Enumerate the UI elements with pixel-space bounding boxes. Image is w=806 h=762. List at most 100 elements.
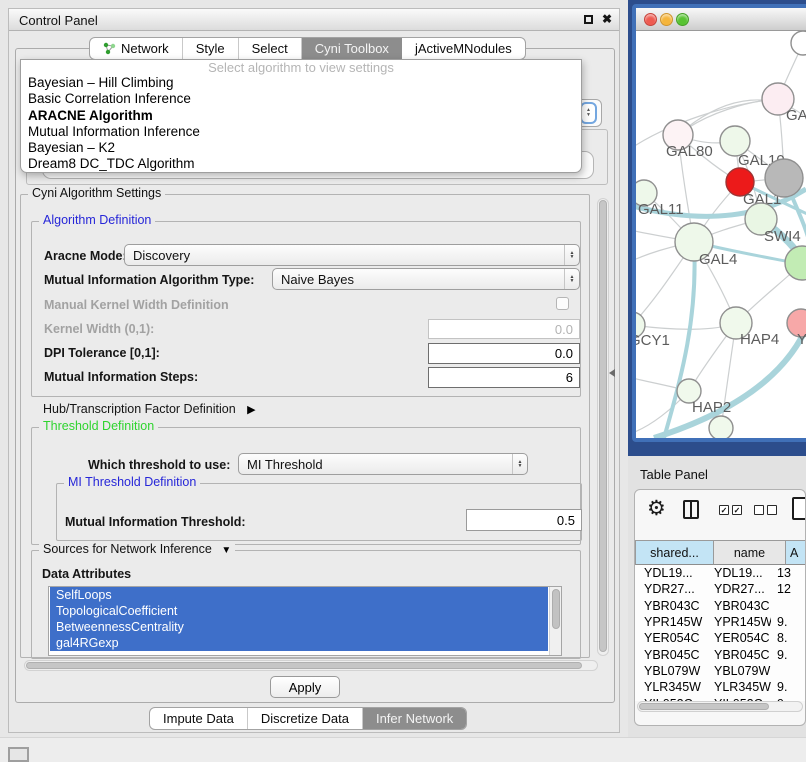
control-panel-tabbar: Network StyleSelectCyni ToolboxjActiveMNo… — [89, 37, 526, 60]
algorithm-option-dream8-dc-tdc-algorithm[interactable]: Dream8 DC_TDC Algorithm — [21, 156, 581, 172]
scrollbar-thumb[interactable] — [599, 200, 607, 652]
table-row[interactable]: YBR043CYBR043C — [635, 598, 805, 614]
settings-vertical-scrollbar[interactable] — [597, 198, 609, 656]
tab-infer-network[interactable]: Infer Network — [363, 708, 466, 729]
network-node[interactable] — [791, 31, 806, 55]
algorithm-option-bayesian-k2[interactable]: Bayesian – K2 — [21, 140, 581, 156]
settings-horizontal-scrollbar[interactable] — [24, 660, 598, 671]
column-header-name[interactable]: name — [714, 540, 786, 565]
data-attributes-label: Data Attributes — [42, 567, 131, 581]
table-panel-body: ⚙ ✓✓ shared...nameA YDL19...YDL19...13YD… — [634, 489, 806, 726]
table-row[interactable]: YLR345WYLR345W9. — [635, 679, 805, 695]
network-canvas[interactable]: GALGAL80GAL10GAL1GAL11SWI4GAL4GCY1HAP4YH… — [636, 31, 806, 438]
group-title: Cyni Algorithm Settings — [28, 186, 165, 200]
tab-impute-data[interactable]: Impute Data — [150, 708, 248, 729]
table-row[interactable]: YPR145WYPR145W9. — [635, 614, 805, 630]
manual-kernel-label: Manual Kernel Width Definition — [44, 298, 229, 312]
manual-kernel-checkbox[interactable] — [556, 297, 569, 310]
node-label: GAL80 — [666, 143, 713, 160]
network-view-window[interactable]: GALGAL80GAL10GAL1GAL11SWI4GAL4GCY1HAP4YH… — [632, 4, 806, 442]
aracne-mode-select[interactable]: Discovery ▲▼ — [124, 244, 580, 266]
scrollbar-thumb[interactable] — [639, 703, 769, 710]
tab-cyni-toolbox[interactable]: Cyni Toolbox — [302, 38, 402, 59]
network-icon — [103, 42, 116, 55]
node-label: HAP2 — [692, 399, 731, 416]
table-row[interactable]: YBR045CYBR045C9. — [635, 646, 805, 662]
select-unchecked-icon[interactable] — [754, 505, 780, 515]
select-checked-icon[interactable]: ✓✓ — [719, 505, 745, 515]
network-node[interactable] — [709, 416, 733, 438]
document-icon[interactable] — [792, 497, 806, 520]
dpi-tolerance-field[interactable]: 0.0 — [428, 343, 580, 364]
kernel-width-value: 0.0 — [555, 322, 573, 337]
hub-definition-expander[interactable]: Hub/Transcription Factor Definition ▶ — [43, 402, 256, 416]
node-label: SWI4 — [764, 228, 801, 245]
network-node[interactable] — [765, 159, 803, 197]
table-cell: 8. — [771, 631, 787, 645]
table-row[interactable]: YDR27...YDR27...12 — [635, 581, 805, 597]
status-strip — [0, 737, 806, 762]
table-row[interactable]: YBL079WYBL079W — [635, 663, 805, 679]
network-node[interactable] — [785, 246, 806, 280]
group-title: Algorithm Definition — [39, 213, 155, 227]
close-icon[interactable]: ✖ — [602, 12, 612, 26]
mi-threshold-label: Mutual Information Threshold: — [65, 515, 246, 529]
apply-button[interactable]: Apply — [270, 676, 340, 698]
scrollbar-thumb[interactable] — [552, 589, 560, 629]
table-row[interactable]: YDL19...YDL19...13 — [635, 565, 805, 581]
chevron-down-icon: ▼ — [221, 545, 231, 556]
tab-network[interactable]: Network — [90, 38, 183, 59]
algorithm-option-bayesian-hill-climbing[interactable]: Bayesian – Hill Climbing — [21, 75, 581, 91]
data-attributes-list: SelfLoopsTopologicalCoefficientBetweenne… — [48, 586, 562, 656]
network-window-titlebar[interactable] — [636, 8, 806, 31]
tab-discretize-data[interactable]: Discretize Data — [248, 708, 363, 729]
table-horizontal-scrollbar[interactable] — [637, 701, 803, 712]
close-traffic-light-icon[interactable] — [644, 13, 657, 26]
algorithm-option-aracne-algorithm[interactable]: ARACNE Algorithm — [21, 108, 581, 124]
which-threshold-value: MI Threshold — [239, 457, 323, 472]
algorithm-option-mutual-information-inference[interactable]: Mutual Information Inference — [21, 124, 581, 140]
node-label: Y — [797, 331, 806, 348]
table-row[interactable]: YER054CYER054C8. — [635, 630, 805, 646]
desktop-background: GALGAL80GAL10GAL1GAL11SWI4GAL4GCY1HAP4YH… — [628, 0, 806, 456]
mi-algorithm-type-select[interactable]: Naive Bayes ▲▼ — [272, 268, 580, 290]
attribute-item-topologicalcoefficient[interactable]: TopologicalCoefficient — [50, 603, 548, 619]
algorithm-option-basic-correlation-inference[interactable]: Basic Correlation Inference — [21, 91, 581, 107]
splitter-handle-icon[interactable] — [609, 369, 615, 377]
mi-steps-field[interactable]: 6 — [428, 367, 580, 388]
column-header-a[interactable]: A — [786, 540, 806, 565]
zoom-traffic-light-icon[interactable] — [676, 13, 689, 26]
minimize-traffic-light-icon[interactable] — [660, 13, 673, 26]
table-cell: YBR045C — [706, 648, 771, 662]
sources-collapse-toggle[interactable]: Sources for Network Inference ▼ — [39, 542, 235, 556]
docked-panel-icon[interactable] — [8, 747, 29, 762]
scrollbar-thumb[interactable] — [26, 662, 582, 669]
table-header: shared...nameA — [635, 540, 806, 565]
cyni-bottom-tabbar: Impute DataDiscretize Data Infer Network — [149, 707, 467, 730]
which-threshold-select[interactable]: MI Threshold ▲▼ — [238, 453, 528, 475]
control-panel: Control Panel ✖ Network StyleSelectCyni T… — [8, 8, 620, 733]
aracne-mode-label: Aracne Mode: — [44, 249, 127, 263]
attribute-item-gal4rgexp[interactable]: gal4RGexp — [50, 635, 548, 651]
float-icon[interactable] — [584, 15, 593, 24]
chevron-right-icon: ▶ — [247, 403, 255, 416]
tab-jactivemnodules[interactable]: jActiveMNodules — [402, 38, 525, 59]
split-columns-icon[interactable] — [683, 500, 699, 519]
column-header-shared-[interactable]: shared... — [635, 540, 714, 565]
tab-select[interactable]: Select — [239, 38, 302, 59]
list-vertical-scrollbar[interactable] — [549, 587, 561, 655]
attribute-item-betweennesscentrality[interactable]: BetweennessCentrality — [50, 619, 548, 635]
panel-title: Control Panel — [19, 13, 98, 28]
node-label: GCY1 — [636, 332, 670, 349]
attribute-item-selfloops[interactable]: SelfLoops — [50, 587, 548, 603]
mi-threshold-definition-group: MI Threshold Definition Mutual Informati… — [56, 483, 582, 541]
which-threshold-label: Which threshold to use: — [88, 458, 230, 472]
table-cell: YER054C — [706, 631, 771, 645]
mi-algorithm-type-label: Mutual Information Algorithm Type: — [44, 273, 254, 287]
mi-threshold-field[interactable]: 0.5 — [466, 509, 582, 531]
tab-label: Infer Network — [376, 711, 453, 726]
tab-label: Network — [121, 41, 169, 56]
tab-style[interactable]: Style — [183, 38, 239, 59]
kernel-width-field[interactable]: 0.0 — [428, 319, 580, 339]
gear-icon[interactable]: ⚙ — [647, 494, 666, 524]
